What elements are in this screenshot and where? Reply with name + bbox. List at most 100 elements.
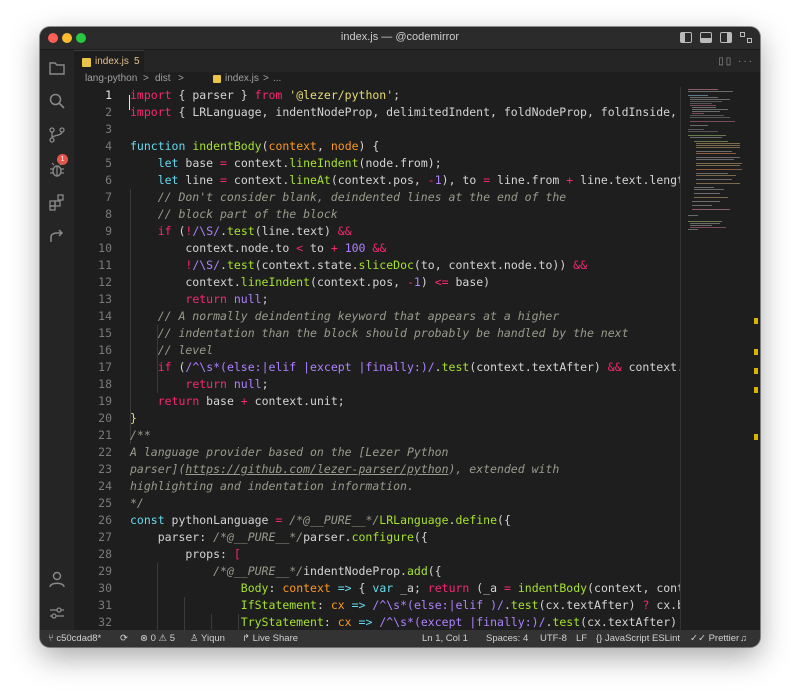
encoding-status[interactable]: UTF-8: [540, 633, 567, 644]
toggle-secondary-sidebar-icon[interactable]: [720, 32, 732, 43]
line-number: 20: [98, 411, 112, 425]
explorer-icon[interactable]: [48, 59, 66, 77]
customize-layout-icon[interactable]: [740, 32, 752, 43]
prettier-label: Prettier: [708, 633, 740, 644]
remote-icon[interactable]: [48, 227, 66, 245]
code-line: Body: context => { var _a; return (_a = …: [240, 581, 740, 595]
cursor-position[interactable]: Ln 1, Col 1: [422, 633, 468, 644]
minimap[interactable]: [686, 87, 746, 630]
code-line: function indentBody(context, node) {: [130, 139, 380, 153]
line-number: 30: [98, 581, 112, 595]
prettier-status[interactable]: ✓✓ Prettier: [690, 633, 739, 644]
line-number: 15: [98, 326, 112, 340]
branch-status[interactable]: ⑂ c50cdad8*: [48, 633, 101, 644]
tab-label: index.js: [95, 56, 129, 67]
line-number: 27: [98, 530, 112, 544]
line-number: 5: [105, 156, 112, 170]
code-line: /*@__PURE__*/indentNodeProp.add({: [213, 564, 442, 578]
code-line: return base + context.unit;: [157, 394, 345, 408]
line-number: 28: [98, 547, 112, 561]
code-line: // indentation than the block should pro…: [130, 326, 629, 340]
code-line: context.lineIndent(context.pos, -1) <= b…: [130, 275, 491, 289]
code-line: return null;: [185, 292, 269, 306]
split-editor-icon[interactable]: ▯▯: [718, 56, 733, 67]
code-line: if (!/\S/.test(line.text) &&: [157, 224, 352, 238]
code-line: A language provider based on the [Lezer …: [130, 445, 449, 459]
settings-icon[interactable]: [48, 604, 66, 622]
line-number: 16: [98, 343, 112, 357]
user-status[interactable]: ♙ Yiqun: [190, 633, 225, 644]
line-number: 3: [105, 122, 112, 136]
javascript-file-icon: [213, 75, 221, 83]
debug-icon[interactable]: [48, 161, 66, 179]
source-control-icon[interactable]: [48, 126, 66, 144]
line-number: 22: [98, 445, 112, 459]
warning-marker: [754, 318, 758, 324]
code-line: IfStatement: cx => /^\s*(else:|elif )/.t…: [240, 598, 747, 612]
breadcrumb-separator: >: [178, 73, 184, 84]
eol-status[interactable]: LF: [576, 633, 587, 644]
editor-window: index.js — @codemirror 1 index.js 5 ▯▯ ·…: [40, 27, 760, 647]
warning-marker: [754, 349, 758, 355]
line-number: 6: [105, 173, 112, 187]
extensions-icon[interactable]: [48, 194, 66, 212]
account-icon[interactable]: [48, 570, 66, 588]
breadcrumb-lang-python[interactable]: lang-python: [85, 73, 137, 84]
line-number: 31: [98, 598, 112, 612]
error-icon: ⊗: [140, 633, 148, 644]
tab-index-js[interactable]: index.js 5: [74, 50, 144, 73]
warning-icon: ⚠: [158, 633, 168, 644]
title-bar: index.js — @codemirror: [40, 27, 760, 50]
eslint-status[interactable]: ESLint: [652, 633, 680, 644]
user-icon: ♙: [190, 633, 199, 644]
language-mode[interactable]: {} JavaScript: [596, 633, 649, 644]
code-line: // block part of the block: [130, 207, 338, 221]
indentation-status[interactable]: Spaces: 4: [486, 633, 528, 644]
code-line: // level: [130, 343, 214, 357]
breadcrumb-dist[interactable]: dist: [155, 73, 171, 84]
sync-icon[interactable]: ⟳: [120, 633, 128, 644]
warning-count: 5: [169, 633, 176, 644]
code-editor[interactable]: 1 import { parser } from '@lezer/python';…: [74, 87, 760, 630]
line-number: 24: [98, 479, 112, 493]
line-number: 12: [98, 275, 112, 289]
status-bar: ⑂ c50cdad8* ⟳ ⊗ 0 ⚠ 5 ♙ Yiqun ↱ Live Sha…: [40, 630, 760, 647]
editor-actions: ▯▯ ···: [718, 56, 754, 67]
line-number: 25: [98, 496, 112, 510]
code-line: !/\S/.test(context.state.sliceDoc(to, co…: [185, 258, 588, 272]
line-number: 2: [105, 105, 112, 119]
git-branch-icon: ⑂: [48, 633, 54, 644]
live-share-button[interactable]: ↱ Live Share: [242, 633, 298, 644]
line-number: 19: [98, 394, 112, 408]
line-number: 14: [98, 309, 112, 323]
line-number: 26: [98, 513, 112, 527]
breadcrumb-index-js[interactable]: index.js: [225, 73, 259, 84]
language-label: JavaScript: [605, 633, 650, 644]
code-line: context.node.to < to + 100 &&: [130, 241, 387, 255]
line-number: 1: [105, 88, 112, 102]
code-line: import { parser } from '@lezer/python';: [130, 88, 401, 102]
branch-name: c50cdad8*: [56, 633, 102, 644]
more-actions-icon[interactable]: ···: [738, 56, 754, 67]
javascript-file-icon: [82, 58, 91, 67]
warning-marker: [754, 434, 758, 440]
line-number: 4: [105, 139, 112, 153]
warning-marker: [754, 387, 758, 393]
braces-icon: {}: [596, 633, 603, 644]
code-line: // Don't consider blank, deindented line…: [130, 190, 567, 204]
line-number: 23: [98, 462, 112, 476]
toggle-panel-icon[interactable]: [700, 32, 712, 43]
problems-status[interactable]: ⊗ 0 ⚠ 5: [140, 633, 175, 644]
code-line: parser: /*@__PURE__*/parser.configure({: [130, 530, 428, 544]
user-name: Yiqun: [201, 633, 225, 644]
code-line: // A normally deindenting keyword that a…: [130, 309, 560, 323]
code-line: let base = context.lineIndent(node.from)…: [157, 156, 442, 170]
search-icon[interactable]: [48, 92, 66, 110]
code-line: if (/^\s*(else:|elif |except |finally:)/…: [157, 360, 754, 374]
notifications-bell-icon[interactable]: ♫: [740, 633, 747, 644]
line-number: 32: [98, 615, 112, 629]
code-line: }: [130, 411, 137, 425]
breadcrumb-symbol[interactable]: ...: [273, 73, 281, 84]
toggle-primary-sidebar-icon[interactable]: [680, 32, 692, 43]
breadcrumb: lang-python > dist > index.js > ...: [74, 72, 760, 87]
